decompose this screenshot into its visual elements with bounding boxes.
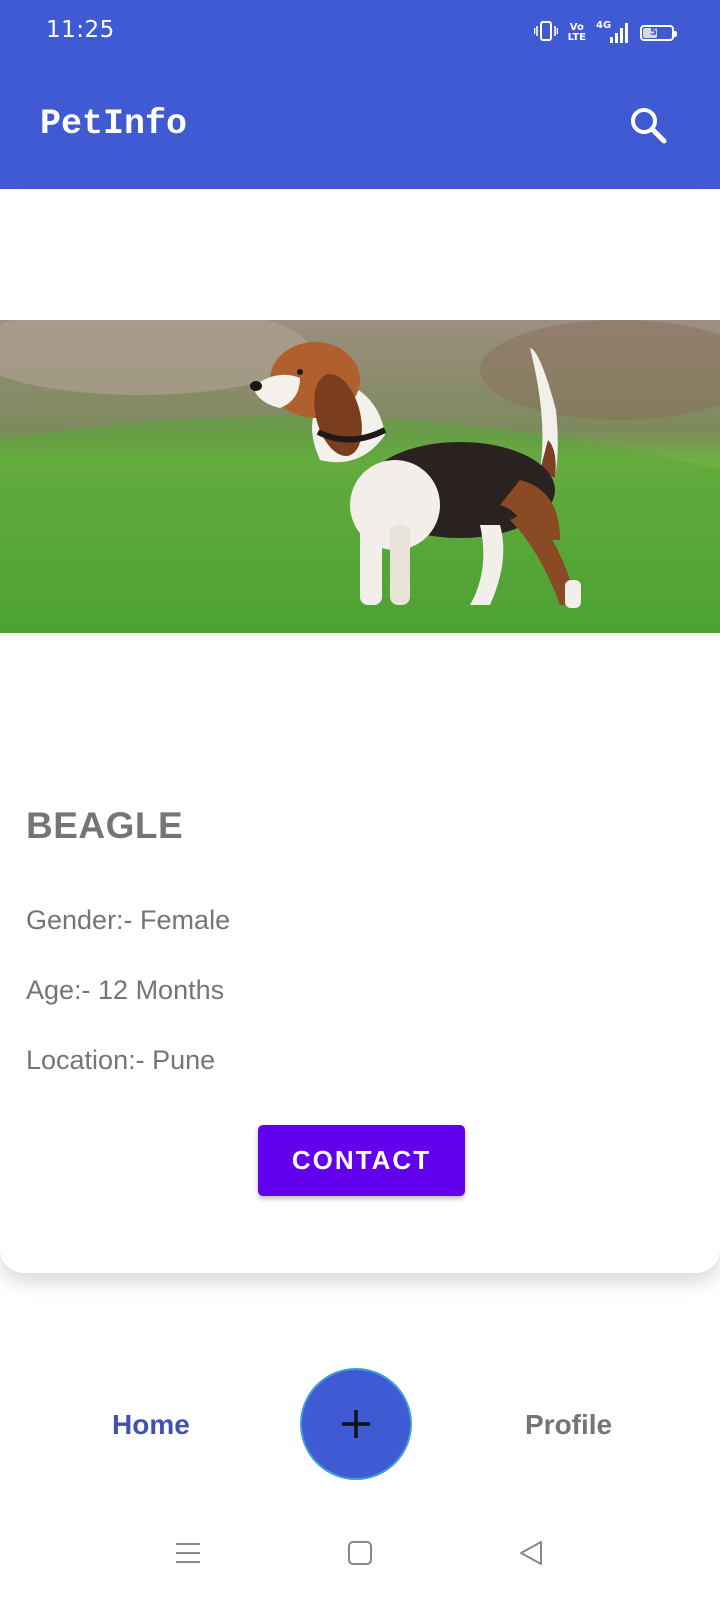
volte-icon: Vo LTE	[568, 23, 586, 43]
app-bar: 11:25 Vo LTE 4G 51 PetInfo	[0, 0, 720, 189]
add-fab-button[interactable]	[300, 1368, 412, 1480]
search-icon	[631, 108, 667, 144]
pet-location: Location:- Pune	[26, 1045, 216, 1075]
vibrate-icon	[533, 20, 558, 47]
app-title: PetInfo	[40, 104, 188, 144]
plus-icon	[342, 1410, 370, 1438]
menu-icon	[176, 1543, 200, 1563]
system-home-button[interactable]	[347, 1540, 373, 1571]
pet-age: Age:- 12 Months	[26, 975, 225, 1005]
battery-percent: 51	[650, 27, 664, 38]
pet-breed: BEAGLE	[26, 805, 184, 846]
system-back-button[interactable]	[518, 1540, 544, 1571]
volte-bottom-text: LTE	[567, 32, 586, 43]
status-time: 11:25	[46, 17, 115, 43]
nav-profile[interactable]: Profile	[525, 1409, 612, 1441]
home-square-icon	[348, 1541, 372, 1565]
beagle-photo	[0, 320, 720, 633]
status-icons: Vo LTE 4G 51	[533, 20, 677, 47]
4g-signal-icon: 4G	[596, 21, 630, 45]
battery-icon: 51	[640, 25, 677, 41]
back-triangle-icon	[520, 1541, 542, 1565]
search-button[interactable]	[627, 104, 671, 148]
menu-button[interactable]	[175, 1540, 201, 1571]
nav-home[interactable]: Home	[112, 1409, 190, 1441]
contact-button[interactable]: CONTACT	[258, 1125, 465, 1196]
pet-gender: Gender:- Female	[26, 905, 231, 935]
